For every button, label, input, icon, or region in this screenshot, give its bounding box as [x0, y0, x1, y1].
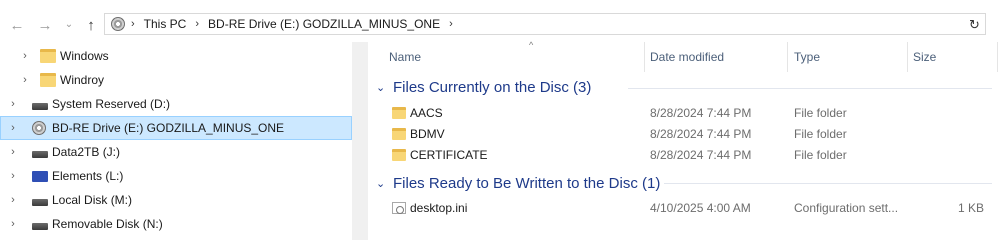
- column-divider[interactable]: [907, 42, 908, 72]
- file-type: File folder: [794, 127, 847, 141]
- column-header-type-label: Type: [794, 50, 821, 64]
- nav-item-label: System Reserved (D:): [52, 97, 171, 111]
- group-header-title: Files Ready to Be Written to the Disc (1…: [393, 174, 661, 192]
- address-bar[interactable]: › This PC › BD-RE Drive (E:) GODZILLA_MI…: [104, 13, 986, 35]
- nav-item-label: Windows: [60, 49, 109, 63]
- breadcrumb-current-drive[interactable]: BD-RE Drive (E:) GODZILLA_MINUS_ONE: [208, 17, 440, 31]
- navigation-bar: ← → ⌄ ↑ › This PC › BD-RE Drive (E:) GOD…: [0, 8, 1000, 42]
- nav-item-elements[interactable]: › Elements (L:): [0, 164, 352, 188]
- table-row[interactable]: AACS 8/28/2024 7:44 PM File folder: [384, 103, 996, 124]
- file-name: BDMV: [410, 127, 445, 141]
- column-divider[interactable]: [787, 42, 788, 72]
- back-button[interactable]: ←: [8, 16, 26, 34]
- column-header-name-label: Name: [389, 50, 422, 64]
- group-divider-line: [664, 183, 992, 184]
- file-list-pane: ^ Name Date modified Type Size ⌄ Files C…: [368, 40, 1000, 240]
- chevron-right-icon[interactable]: ›: [8, 146, 18, 158]
- table-row[interactable]: CERTIFICATE 8/28/2024 7:44 PM File folde…: [384, 145, 996, 166]
- folder-icon: [40, 49, 56, 63]
- nav-item-label: Data2TB (J:): [52, 145, 121, 159]
- drive-icon: [32, 102, 48, 110]
- folder-icon: [40, 73, 56, 87]
- table-row[interactable]: desktop.ini 4/10/2025 4:00 AM Configurat…: [384, 198, 996, 219]
- chevron-right-icon[interactable]: ›: [8, 98, 18, 110]
- recent-locations-button[interactable]: ⌄: [60, 16, 78, 34]
- chevron-down-icon[interactable]: ⌄: [376, 81, 390, 94]
- column-header-size[interactable]: Size: [913, 42, 993, 72]
- breadcrumb-separator-icon[interactable]: ›: [195, 18, 199, 30]
- column-header-size-label: Size: [913, 50, 937, 64]
- chevron-right-icon[interactable]: ›: [8, 194, 18, 206]
- disc-drive-icon: [32, 121, 46, 135]
- chevron-down-icon[interactable]: ⌄: [376, 177, 390, 190]
- breadcrumb-separator-icon[interactable]: ›: [131, 18, 135, 30]
- file-name: desktop.ini: [410, 201, 468, 215]
- group-header-ready-to-write[interactable]: ⌄ Files Ready to Be Written to the Disc …: [376, 172, 660, 194]
- folder-icon: [392, 128, 406, 140]
- nav-item-windows[interactable]: › Windows: [0, 44, 352, 68]
- drive-icon: [32, 150, 48, 158]
- quick-access-toolbar: [0, 0, 1000, 8]
- file-date: 8/28/2024 7:44 PM: [650, 106, 752, 120]
- forward-button[interactable]: →: [36, 16, 54, 34]
- up-button[interactable]: ↑: [82, 16, 100, 34]
- nav-item-data2tb[interactable]: › Data2TB (J:): [0, 140, 352, 164]
- forward-arrow-icon: →: [37, 16, 53, 34]
- file-name: CERTIFICATE: [410, 148, 488, 162]
- column-header-date-label: Date modified: [650, 50, 725, 64]
- back-arrow-icon: ←: [9, 16, 25, 34]
- column-header-date[interactable]: Date modified: [650, 42, 786, 72]
- pane-splitter[interactable]: [352, 42, 368, 240]
- file-date: 8/28/2024 7:44 PM: [650, 148, 752, 162]
- file-type: Configuration sett...: [794, 201, 899, 215]
- group-header-title: Files Currently on the Disc (3): [393, 78, 592, 96]
- file-type: File folder: [794, 106, 847, 120]
- column-divider[interactable]: [997, 42, 998, 72]
- column-divider[interactable]: [644, 42, 645, 72]
- chevron-right-icon[interactable]: ›: [8, 122, 18, 134]
- chevron-down-icon: ⌄: [64, 19, 74, 30]
- breadcrumb-this-pc[interactable]: This PC: [144, 17, 187, 31]
- up-arrow-icon: ↑: [87, 16, 95, 34]
- group-divider-line: [628, 88, 992, 89]
- chevron-right-icon[interactable]: ›: [20, 50, 30, 62]
- folder-icon: [392, 149, 406, 161]
- external-drive-icon: [32, 170, 48, 182]
- nav-item-system-reserved[interactable]: › System Reserved (D:): [0, 92, 352, 116]
- disc-drive-icon: [111, 17, 125, 31]
- chevron-right-icon[interactable]: ›: [8, 218, 18, 230]
- breadcrumb-separator-icon[interactable]: ›: [449, 18, 453, 30]
- group-header-on-disc[interactable]: ⌄ Files Currently on the Disc (3): [376, 76, 591, 98]
- nav-item-label: BD-RE Drive (E:) GODZILLA_MINUS_ONE: [52, 121, 285, 135]
- file-size: 1 KB: [957, 201, 984, 215]
- file-date: 8/28/2024 7:44 PM: [650, 127, 752, 141]
- nav-item-label: Windroy: [60, 73, 105, 87]
- drive-icon: [32, 222, 48, 230]
- chevron-right-icon[interactable]: ›: [20, 74, 30, 86]
- file-name: AACS: [410, 106, 443, 120]
- nav-item-removable-disk-n[interactable]: › Removable Disk (N:): [0, 212, 352, 236]
- chevron-right-icon[interactable]: ›: [8, 170, 18, 182]
- file-type: File folder: [794, 148, 847, 162]
- nav-item-local-disk-m[interactable]: › Local Disk (M:): [0, 188, 352, 212]
- nav-item-bd-re-drive[interactable]: › BD-RE Drive (E:) GODZILLA_MINUS_ONE: [0, 116, 352, 140]
- nav-item-label: Removable Disk (N:): [52, 217, 163, 231]
- navigation-pane: › Windows › Windroy › System Reserved (D…: [0, 42, 352, 240]
- file-date: 4/10/2025 4:00 AM: [650, 201, 751, 215]
- refresh-icon[interactable]: ↻: [967, 17, 982, 32]
- drive-icon: [32, 198, 48, 206]
- nav-item-label: Local Disk (M:): [52, 193, 133, 207]
- column-header-type[interactable]: Type: [794, 42, 904, 72]
- folder-icon: [392, 107, 406, 119]
- table-row[interactable]: BDMV 8/28/2024 7:44 PM File folder: [384, 124, 996, 145]
- settings-file-icon: [392, 202, 406, 214]
- sort-ascending-icon: ^: [529, 40, 534, 50]
- nav-item-windroy[interactable]: › Windroy: [0, 68, 352, 92]
- column-header-name[interactable]: ^ Name: [389, 40, 639, 72]
- nav-item-label: Elements (L:): [52, 169, 124, 183]
